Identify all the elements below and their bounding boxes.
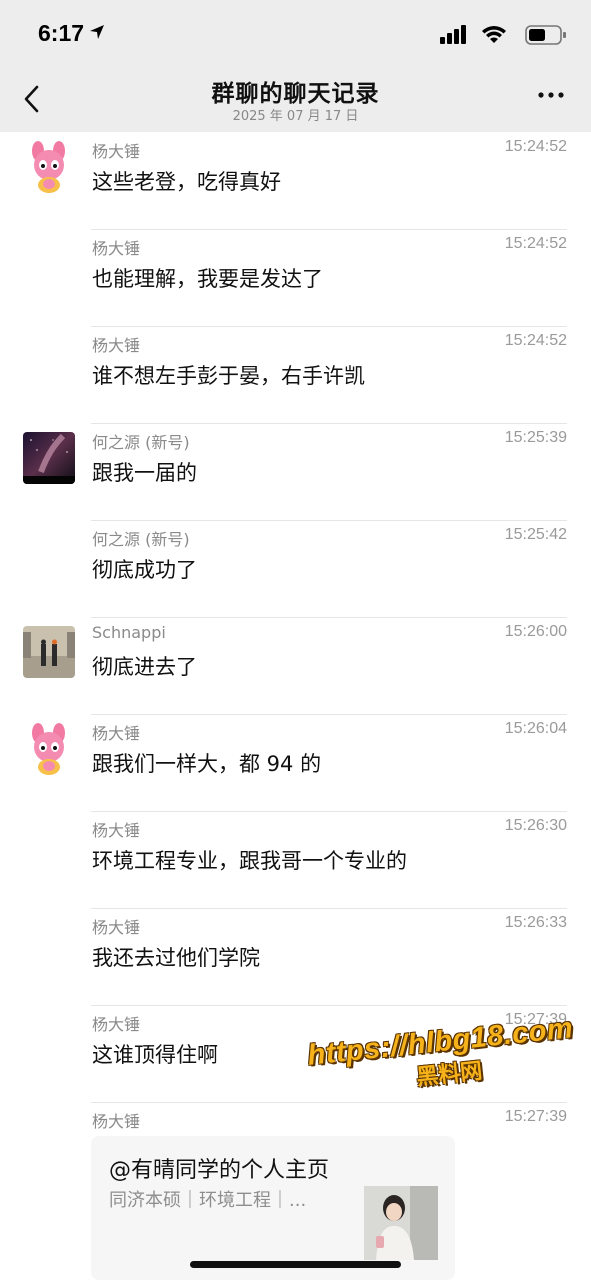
message-text[interactable]: 也能理解，我要是发达了 — [92, 263, 323, 293]
sender-name: 杨大锤 — [92, 336, 141, 355]
pink-rabbit-icon — [23, 141, 75, 193]
message-time: 15:25:39 — [504, 429, 567, 446]
message-text[interactable]: 彻底成功了 — [92, 554, 197, 584]
nav-bar: 群聊的聊天记录 2025 年 07 月 17 日 — [0, 64, 591, 132]
page-title: 群聊的聊天记录 — [211, 81, 380, 107]
list-item[interactable]: 杨大锤 15:26:33 我还去过他们学院 — [0, 909, 591, 1006]
starry-sky-avatar[interactable] — [23, 432, 75, 484]
message-text[interactable]: 我还去过他们学院 — [92, 942, 260, 972]
list-item[interactable]: 杨大锤 15:26:04 跟我们一样大，都 94 的 — [0, 715, 591, 812]
card-description: 同济本硕｜环境工程｜... — [109, 1190, 307, 1211]
sender-name: Schnappi — [92, 623, 166, 642]
status-bar: 6:17 — [0, 0, 591, 64]
sender-name: 杨大锤 — [92, 1112, 141, 1131]
message-text[interactable]: 环境工程专业，跟我哥一个专业的 — [92, 845, 407, 875]
sender-name: 何之源 (新号) — [92, 433, 190, 452]
message-time: 15:26:33 — [504, 914, 567, 931]
wifi-icon — [482, 26, 506, 43]
home-indicator[interactable] — [190, 1261, 401, 1268]
starry-sky-icon — [23, 432, 75, 484]
message-text[interactable]: 跟我们一样大，都 94 的 — [92, 748, 321, 778]
message-text[interactable]: 这些老登，吃得真好 — [92, 166, 281, 196]
message-time: 15:24:52 — [504, 332, 567, 349]
message-text[interactable]: 这谁顶得住啊 — [92, 1039, 218, 1069]
message-time: 15:27:39 — [504, 1108, 567, 1125]
pink-rabbit-icon — [23, 723, 75, 775]
sender-name: 杨大锤 — [92, 918, 141, 937]
list-item[interactable]: 何之源 (新号) 15:25:42 彻底成功了 — [0, 521, 591, 618]
pink-rabbit-avatar[interactable] — [23, 141, 75, 193]
location-arrow-icon — [90, 25, 104, 39]
handshake-photo-icon — [23, 626, 75, 678]
message-time: 15:25:42 — [504, 526, 567, 543]
sender-name: 杨大锤 — [92, 724, 141, 743]
status-icons — [407, 24, 567, 46]
battery-icon — [525, 25, 566, 45]
card-title: @有晴同学的个人主页 — [109, 1158, 330, 1183]
status-time: 6:17 — [38, 20, 85, 46]
profile-photo-icon — [364, 1186, 438, 1260]
message-text[interactable]: 彻底进去了 — [92, 651, 197, 681]
message-time: 15:26:00 — [504, 623, 567, 640]
sender-name: 杨大锤 — [92, 821, 141, 840]
message-text[interactable]: 跟我一届的 — [92, 457, 197, 487]
list-item[interactable]: 杨大锤 15:24:52 这些老登，吃得真好 — [0, 133, 591, 230]
profile-photo — [364, 1186, 438, 1260]
handshake-photo-avatar[interactable] — [23, 626, 75, 678]
message-text[interactable]: 谁不想左手彭于晏，右手许凯 — [92, 360, 365, 390]
sender-name: 杨大锤 — [92, 142, 141, 161]
cellular-signal-icon — [440, 25, 466, 44]
message-time: 15:24:52 — [504, 138, 567, 155]
message-time: 15:26:30 — [504, 817, 567, 834]
message-time: 15:26:04 — [504, 720, 567, 737]
sender-name: 何之源 (新号) — [92, 530, 190, 549]
list-item[interactable]: 杨大锤 15:24:52 也能理解，我要是发达了 — [0, 230, 591, 327]
profile-link-card[interactable]: @有晴同学的个人主页 同济本硕｜环境工程｜... — [91, 1136, 455, 1280]
ellipsis-icon[interactable] — [537, 90, 565, 100]
sender-name: 杨大锤 — [92, 1015, 141, 1034]
list-item[interactable]: 何之源 (新号) 15:25:39 跟我一届的 — [0, 424, 591, 521]
list-item[interactable]: Schnappi 15:26:00 彻底进去了 — [0, 618, 591, 715]
page-subtitle-date: 2025 年 07 月 17 日 — [232, 109, 359, 124]
list-item[interactable]: 杨大锤 15:24:52 谁不想左手彭于晏，右手许凯 — [0, 327, 591, 424]
message-time: 15:24:52 — [504, 235, 567, 252]
pink-rabbit-avatar[interactable] — [23, 723, 75, 775]
list-item[interactable]: 杨大锤 15:26:30 环境工程专业，跟我哥一个专业的 — [0, 812, 591, 909]
sender-name: 杨大锤 — [92, 239, 141, 258]
